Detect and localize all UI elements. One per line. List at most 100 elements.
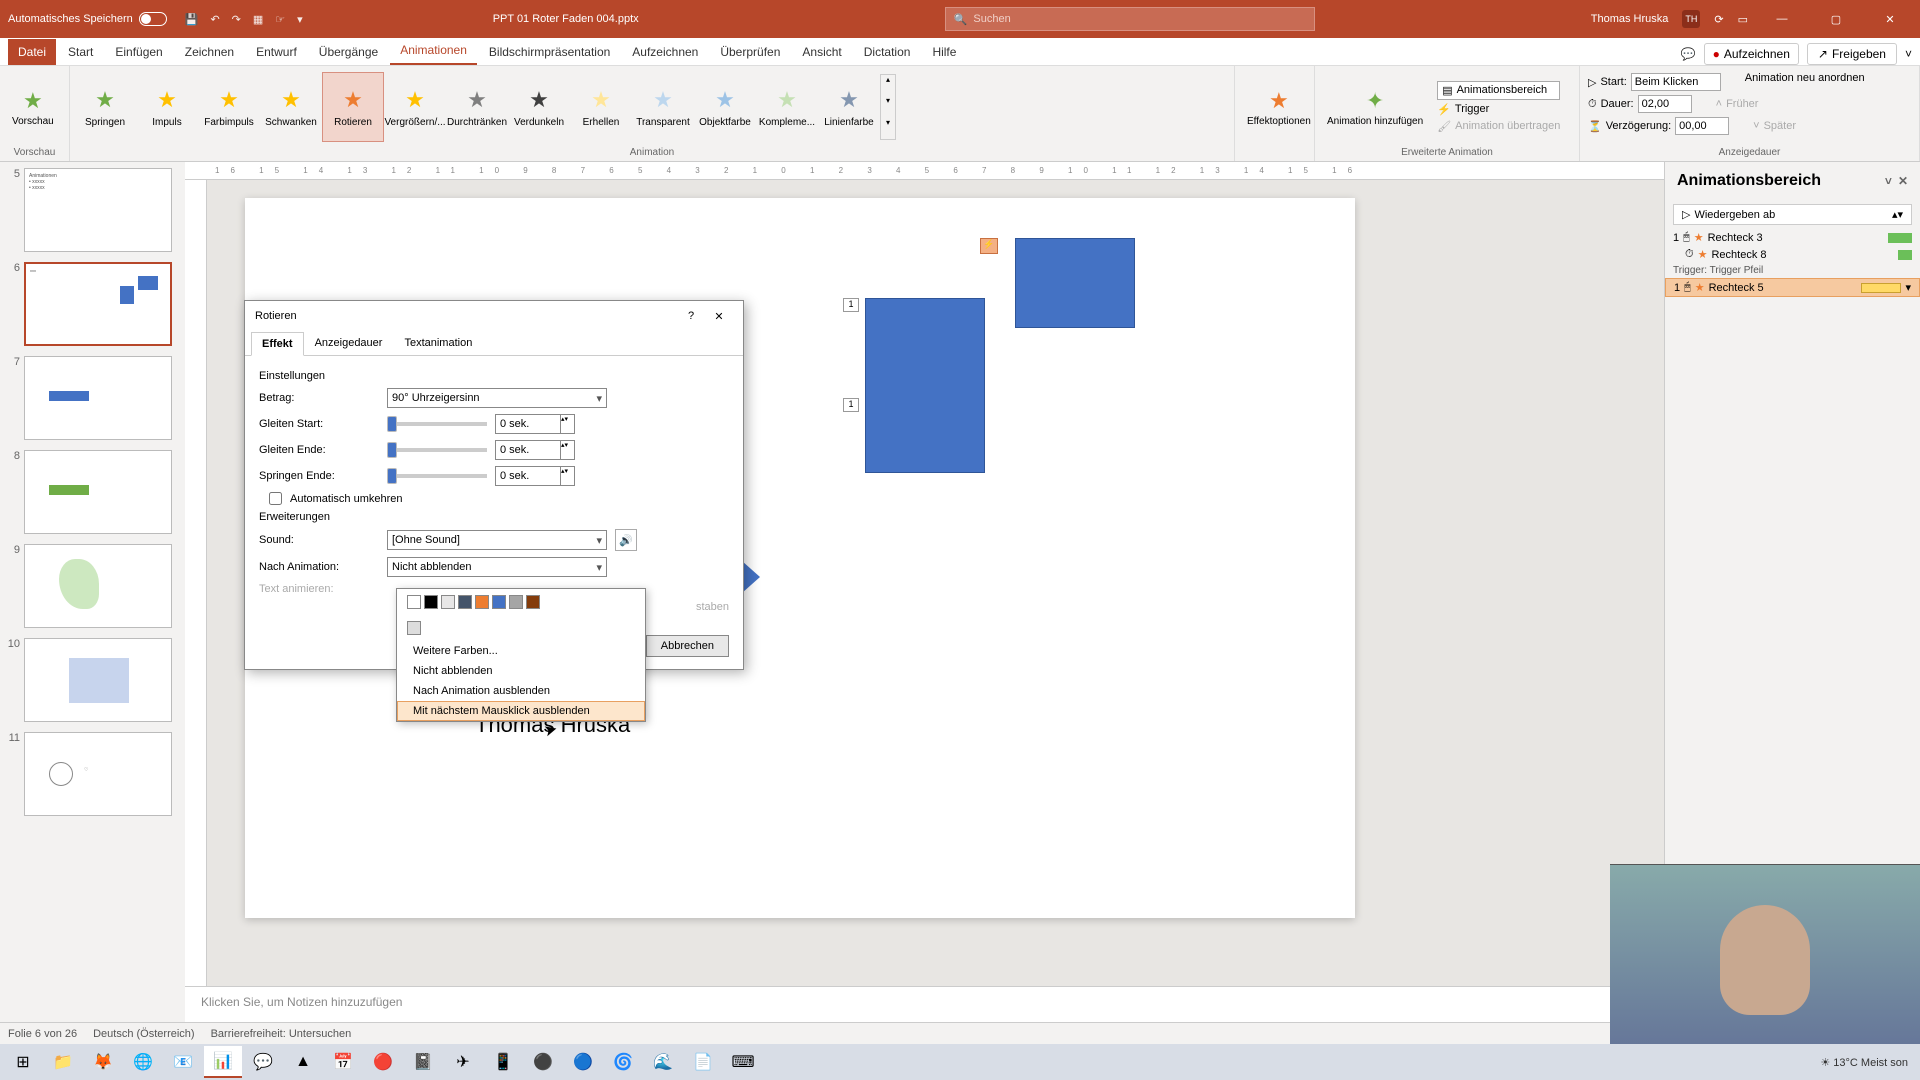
obs-icon[interactable]: ⚫: [524, 1046, 562, 1078]
window-icon[interactable]: ▭: [1738, 13, 1748, 26]
color-swatch[interactable]: [407, 621, 421, 635]
smooth-start-slider[interactable]: [387, 422, 487, 426]
move-later-button[interactable]: ˅Später: [1753, 116, 1796, 136]
color-swatch[interactable]: [509, 595, 523, 609]
ribbon-collapse-icon[interactable]: ˅: [1905, 47, 1912, 61]
tab-animations[interactable]: Animationen: [390, 37, 477, 65]
tab-design[interactable]: Entwurf: [246, 39, 307, 65]
auto-reverse-checkbox[interactable]: [269, 492, 282, 505]
share-button[interactable]: ↗Freigeben: [1807, 43, 1897, 65]
explorer-icon[interactable]: 📁: [44, 1046, 82, 1078]
gallery-down-icon[interactable]: ▾: [881, 96, 895, 117]
delay-spinner[interactable]: 00,00: [1675, 117, 1729, 135]
color-swatch[interactable]: [458, 595, 472, 609]
app-icon[interactable]: 🔵: [564, 1046, 602, 1078]
powerpoint-icon[interactable]: 📊: [204, 1046, 242, 1078]
tab-dictation[interactable]: Dictation: [854, 39, 921, 65]
gallery-item-linienfarbe[interactable]: ★Linienfarbe: [818, 72, 880, 142]
slide-counter[interactable]: Folie 6 von 26: [8, 1028, 77, 1040]
gallery-item-rotieren[interactable]: ★Rotieren: [322, 72, 384, 142]
add-animation-button[interactable]: ✦Animation hinzufügen: [1319, 84, 1431, 131]
tab-slideshow[interactable]: Bildschirmpräsentation: [479, 39, 620, 65]
anim-item-trigger[interactable]: 1🖱★ Rechteck 5 ▾: [1665, 278, 1920, 297]
gallery-item-schwanken[interactable]: ★Schwanken: [260, 72, 322, 142]
tab-draw[interactable]: Zeichnen: [175, 39, 244, 65]
more-colors-item[interactable]: Weitere Farben...: [397, 641, 645, 661]
thumbnail-10[interactable]: [24, 638, 172, 722]
dropdown-item[interactable]: Nicht abblenden: [397, 661, 645, 681]
telegram-icon[interactable]: ✈: [444, 1046, 482, 1078]
sync-icon[interactable]: ⟳: [1714, 13, 1723, 26]
dialog-tab-effect[interactable]: Effekt: [251, 332, 304, 356]
gallery-more-icon[interactable]: ▾: [881, 118, 895, 139]
dialog-close-button[interactable]: ✕: [705, 304, 733, 328]
thumbnail-9[interactable]: [24, 544, 172, 628]
thumbnail-11[interactable]: ♡: [24, 732, 172, 816]
vlc-icon[interactable]: ▲: [284, 1046, 322, 1078]
tab-transitions[interactable]: Übergänge: [309, 39, 388, 65]
minimize-button[interactable]: —: [1762, 4, 1802, 34]
thumbnail-8[interactable]: [24, 450, 172, 534]
color-swatch[interactable]: [441, 595, 455, 609]
tab-insert[interactable]: Einfügen: [105, 39, 172, 65]
edge-icon[interactable]: 🌊: [644, 1046, 682, 1078]
tab-file[interactable]: Datei: [8, 39, 56, 65]
color-swatch[interactable]: [407, 595, 421, 609]
animation-tag-2[interactable]: 1: [843, 398, 859, 412]
chrome-icon[interactable]: 🌐: [124, 1046, 162, 1078]
animation-painter-button[interactable]: 🖌Animation übertragen: [1437, 119, 1560, 134]
firefox-icon[interactable]: 🦊: [84, 1046, 122, 1078]
comments-icon[interactable]: 💬: [1681, 47, 1696, 61]
accessibility-checker[interactable]: Barrierefreiheit: Untersuchen: [211, 1028, 352, 1040]
redo-icon[interactable]: ↷: [232, 13, 241, 26]
dropdown-item[interactable]: Nach Animation ausblenden: [397, 681, 645, 701]
qat-more-icon[interactable]: ▾: [297, 13, 303, 26]
weather-widget[interactable]: ☀ 13°C Meist son: [1820, 1056, 1908, 1069]
shape-rectangle-2[interactable]: [1015, 238, 1135, 328]
move-earlier-button[interactable]: ˄Früher: [1716, 94, 1759, 114]
tab-record[interactable]: Aufzeichnen: [622, 39, 708, 65]
start-dropdown[interactable]: Beim Klicken: [1631, 73, 1721, 91]
smooth-end-slider[interactable]: [387, 448, 487, 452]
pane-close-icon[interactable]: ✕: [1898, 174, 1908, 188]
animation-gallery[interactable]: ★Springen★Impuls★Farbimpuls★Schwanken★Ro…: [74, 68, 1230, 146]
bounce-end-spinner[interactable]: 0 sek.▴▾: [495, 466, 575, 486]
dialog-tab-text[interactable]: Textanimation: [393, 331, 483, 355]
duration-spinner[interactable]: 02,00: [1638, 95, 1692, 113]
search-box[interactable]: 🔍 Suchen: [945, 7, 1315, 31]
cancel-button[interactable]: Abbrechen: [646, 635, 729, 657]
gallery-item-vergrern[interactable]: ★Vergrößern/...: [384, 72, 446, 142]
app-icon[interactable]: 📄: [684, 1046, 722, 1078]
tab-review[interactable]: Überprüfen: [710, 39, 790, 65]
shape-rectangle-1[interactable]: [865, 298, 985, 473]
presentation-icon[interactable]: ▦: [253, 13, 263, 26]
gallery-item-objektfarbe[interactable]: ★Objektfarbe: [694, 72, 756, 142]
sound-button[interactable]: 🔊: [615, 529, 637, 551]
app-icon[interactable]: ⌨: [724, 1046, 762, 1078]
tab-view[interactable]: Ansicht: [792, 39, 851, 65]
app-icon[interactable]: 🌀: [604, 1046, 642, 1078]
sound-combo[interactable]: [Ohne Sound]: [387, 530, 607, 550]
user-name[interactable]: Thomas Hruska: [1591, 13, 1669, 25]
start-button[interactable]: ⊞: [4, 1046, 42, 1078]
dropdown-item-hover[interactable]: Mit nächstem Mausklick ausblenden: [397, 701, 645, 721]
after-animation-combo[interactable]: Nicht abblenden: [387, 557, 607, 577]
slide-thumbnails[interactable]: 5Animationen• xxxxx• xxxxx 6xxx 7 8 9 10…: [0, 162, 185, 1022]
gallery-item-kompleme[interactable]: ★Kompleme...: [756, 72, 818, 142]
pane-chevron-icon[interactable]: ˅: [1885, 174, 1892, 188]
smooth-end-spinner[interactable]: 0 sek.▴▾: [495, 440, 575, 460]
animation-tag-1[interactable]: 1: [843, 298, 859, 312]
play-from-button[interactable]: ▷Wiedergeben ab▴▾: [1673, 204, 1912, 225]
trigger-button[interactable]: ⚡Trigger: [1437, 102, 1560, 117]
gallery-item-erhellen[interactable]: ★Erhellen: [570, 72, 632, 142]
gallery-item-impuls[interactable]: ★Impuls: [136, 72, 198, 142]
smooth-start-spinner[interactable]: 0 sek.▴▾: [495, 414, 575, 434]
close-button[interactable]: ✕: [1870, 4, 1910, 34]
effect-options-button[interactable]: ★Effektoptionen: [1239, 84, 1319, 131]
color-swatch[interactable]: [526, 595, 540, 609]
undo-icon[interactable]: ↶: [210, 13, 219, 26]
app-icon[interactable]: 📱: [484, 1046, 522, 1078]
amount-combo[interactable]: 90° Uhrzeigersinn: [387, 388, 607, 408]
gallery-item-farbimpuls[interactable]: ★Farbimpuls: [198, 72, 260, 142]
save-icon[interactable]: 💾: [185, 13, 199, 26]
